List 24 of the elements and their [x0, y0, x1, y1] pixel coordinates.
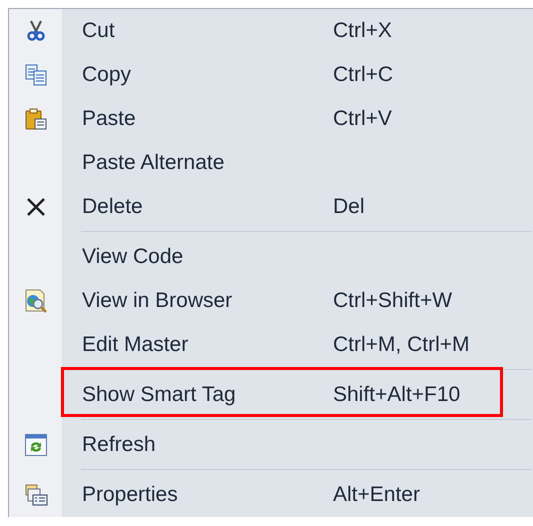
- clipboard-icon: [24, 107, 48, 131]
- menu-item[interactable]: Delete: [82, 195, 333, 219]
- shortcut-text: Ctrl+V: [333, 107, 392, 131]
- shortcut-text: Del: [333, 195, 365, 219]
- menu-item[interactable]: Cut: [82, 19, 333, 43]
- copy-icon: [24, 63, 48, 87]
- menu-item[interactable]: Refresh: [82, 433, 333, 457]
- shortcut-text: Ctrl+C: [333, 63, 394, 87]
- shortcut-text: Ctrl+M, Ctrl+M: [333, 333, 470, 357]
- properties-icon: [24, 483, 48, 507]
- menu-item[interactable]: View in Browser: [82, 289, 333, 313]
- menu-item[interactable]: Copy: [82, 63, 333, 87]
- menu-item[interactable]: View Code: [82, 245, 333, 269]
- shortcut-text: Alt+Enter: [333, 483, 420, 507]
- shortcut-text: Ctrl+X: [333, 19, 392, 43]
- shortcut-text: Shift+Alt+F10: [333, 383, 460, 407]
- shortcut-text: Ctrl+Shift+W: [333, 289, 452, 313]
- menu-item[interactable]: Paste: [82, 107, 333, 131]
- menu-item[interactable]: Properties: [82, 483, 333, 507]
- menu-item[interactable]: Paste Alternate: [82, 151, 333, 175]
- menu-item[interactable]: Show Smart Tag: [82, 383, 333, 407]
- globe-magnifier-icon: [23, 288, 49, 314]
- refresh-icon: [24, 433, 48, 457]
- menu-item[interactable]: Edit Master: [82, 333, 333, 357]
